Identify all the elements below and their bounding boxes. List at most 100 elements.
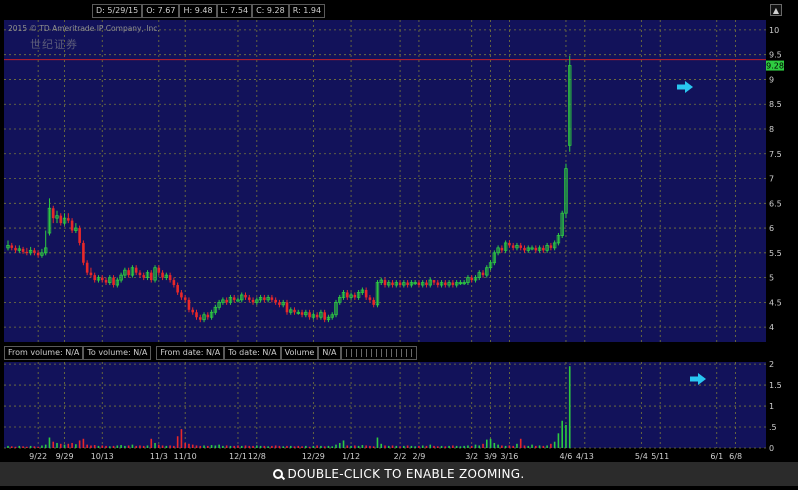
candle-body bbox=[176, 285, 179, 293]
candle-body bbox=[523, 247, 526, 251]
price-chart[interactable]: 109.598.587.576.565.554.54 21.51.50 9/22… bbox=[0, 0, 798, 490]
volume-bar bbox=[252, 445, 254, 448]
volume-bar bbox=[210, 445, 213, 448]
candle bbox=[568, 55, 572, 152]
volume-filter-bar: From volume: N/A To volume: N/A From dat… bbox=[4, 346, 417, 360]
date-tick-label: 6/1 bbox=[710, 452, 723, 461]
price-tick-label: 5 bbox=[769, 274, 774, 283]
candle-body bbox=[89, 272, 93, 276]
volume-bar bbox=[67, 443, 70, 448]
candle-body bbox=[127, 270, 130, 276]
volume-bar bbox=[523, 445, 526, 448]
from-date-field[interactable]: From date: N/A bbox=[156, 346, 225, 360]
candle-body bbox=[85, 262, 89, 273]
volume-bar bbox=[387, 445, 390, 448]
volume-tick-label: .5 bbox=[769, 423, 777, 432]
date-tick-label: 9/29 bbox=[56, 452, 74, 461]
volume-bar bbox=[414, 446, 416, 448]
date-tick-label: 9/22 bbox=[29, 452, 47, 461]
candle-body bbox=[323, 312, 326, 320]
volume-bar bbox=[399, 446, 401, 448]
volume-bar bbox=[418, 445, 420, 448]
info-date: D: 5/29/15 bbox=[92, 4, 143, 18]
candle-body bbox=[25, 251, 29, 254]
candle-body bbox=[251, 299, 255, 303]
volume-bar bbox=[14, 446, 17, 448]
candle-body bbox=[142, 275, 146, 278]
volume-bar bbox=[101, 445, 104, 448]
volume-tick-label: 1.5 bbox=[769, 381, 782, 390]
volume-bar bbox=[448, 445, 450, 448]
volume-bar bbox=[557, 433, 560, 448]
volume-bar bbox=[203, 445, 205, 448]
volume-bar bbox=[237, 445, 239, 448]
candle-body bbox=[21, 248, 25, 252]
volume-bar bbox=[56, 442, 58, 448]
candle bbox=[564, 163, 568, 219]
volume-bar bbox=[78, 440, 81, 448]
volume-bar bbox=[180, 429, 183, 448]
volume-bar bbox=[497, 444, 499, 448]
volume-bar bbox=[199, 445, 202, 448]
date-tick-label: 2/2 bbox=[394, 452, 407, 461]
volume-bar bbox=[467, 445, 469, 448]
volume-bar bbox=[425, 445, 428, 448]
candle-body bbox=[67, 218, 70, 221]
volume-bar bbox=[86, 444, 88, 448]
candle-body bbox=[168, 275, 172, 281]
candle bbox=[375, 280, 380, 308]
date-tick-label: 3/2 bbox=[465, 452, 478, 461]
volume-bar bbox=[289, 445, 292, 448]
volume-bar bbox=[18, 445, 21, 448]
volume-bar bbox=[169, 445, 171, 448]
volume-bar bbox=[320, 445, 322, 448]
price-tick-label: 4.5 bbox=[769, 298, 782, 307]
collapse-up-icon[interactable]: ▲ bbox=[770, 4, 782, 16]
volume-bar bbox=[267, 446, 269, 448]
date-tick-label: 4/13 bbox=[576, 452, 594, 461]
candle-body bbox=[36, 252, 40, 256]
to-date-field[interactable]: To date: N/A bbox=[224, 346, 281, 360]
volume-bar bbox=[97, 445, 100, 448]
to-volume-field[interactable]: To volume: N/A bbox=[83, 346, 152, 360]
volume-bar bbox=[63, 444, 66, 448]
candle-body bbox=[112, 277, 115, 286]
volume-bar bbox=[259, 445, 262, 448]
volume-bar bbox=[516, 443, 518, 448]
candle bbox=[153, 265, 157, 283]
candle-body bbox=[519, 245, 523, 248]
volume-bar bbox=[293, 446, 296, 448]
volume-bar bbox=[463, 445, 465, 448]
from-volume-field[interactable]: From volume: N/A bbox=[4, 346, 84, 360]
volume-bar bbox=[565, 424, 567, 448]
volume-bar bbox=[338, 442, 341, 448]
zoom-hint-bar[interactable]: DOUBLE-CLICK TO ENABLE ZOOMING. bbox=[0, 462, 798, 486]
candle-body bbox=[293, 309, 296, 313]
date-tick-label: 5/4 bbox=[635, 452, 648, 461]
date-axis: 9/22 9/29 10/13 11/3 11/10 12/1 12/8 12/29 1/12 2… bbox=[29, 452, 742, 461]
volume-bar bbox=[323, 446, 326, 448]
volume-bar bbox=[214, 445, 217, 448]
volume-bar bbox=[452, 445, 454, 448]
volume-bar bbox=[116, 445, 119, 448]
date-tick-label: 1/12 bbox=[342, 452, 360, 461]
volume-bar bbox=[120, 445, 122, 448]
volume-bar bbox=[429, 444, 432, 448]
candle-body bbox=[383, 280, 387, 286]
candle-body bbox=[172, 280, 176, 286]
candle bbox=[334, 299, 338, 318]
volume-bar bbox=[350, 445, 352, 448]
candle-body bbox=[180, 292, 183, 298]
candle-body bbox=[425, 282, 428, 286]
volume-bar bbox=[158, 444, 160, 448]
price-tick-label: 8.5 bbox=[769, 100, 782, 109]
candle-body bbox=[508, 242, 511, 246]
volume-bar bbox=[369, 445, 371, 448]
zoom-hint-text: DOUBLE-CLICK TO ENABLE ZOOMING. bbox=[287, 467, 525, 481]
volume-bar bbox=[455, 445, 458, 448]
volume-bar bbox=[493, 442, 496, 448]
volume-bar bbox=[150, 438, 153, 448]
volume-bar bbox=[376, 437, 379, 448]
last-price-marker: 9.28 bbox=[766, 60, 784, 71]
volume-tick-label: 2 bbox=[769, 360, 774, 369]
